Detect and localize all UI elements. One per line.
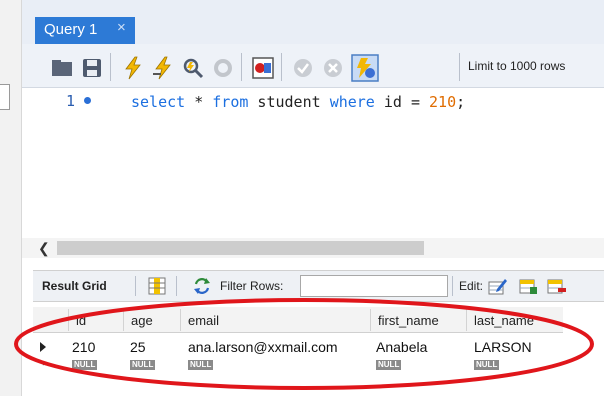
tab-title: Query 1 [44,21,98,38]
column-divider [180,309,181,331]
edit-label: Edit: [459,279,484,293]
sql-text: ; [456,93,466,111]
save-icon[interactable] [80,56,104,80]
column-header-email[interactable]: email [188,313,219,328]
edit-row-icon[interactable] [488,276,508,296]
sql-number: 210 [429,93,457,111]
cell-age[interactable]: 25 [130,339,146,355]
null-badge: NULL [474,360,500,370]
toolbar-separator [176,276,177,296]
left-sidebar-edge [0,0,22,396]
column-divider [123,309,124,331]
sql-text: student [248,93,330,111]
autocommit-icon[interactable] [351,54,379,82]
cell-last-name[interactable]: LARSON [474,339,532,355]
open-folder-icon[interactable] [50,56,74,80]
column-header-last-name[interactable]: last_name [474,313,534,328]
sql-keyword: from [212,93,249,111]
sql-text: * [185,93,213,111]
explain-icon[interactable] [181,56,205,80]
execute-current-icon[interactable] [151,56,175,80]
commit-icon[interactable] [291,56,315,80]
null-badge: NULL [72,360,98,370]
current-row-arrow-icon [40,342,46,352]
sql-text: id = [374,93,430,111]
column-header-first-name[interactable]: first_name [378,313,439,328]
toolbar-separator [241,53,242,81]
filter-rows-input[interactable] [300,275,448,297]
column-header-age[interactable]: age [131,313,153,328]
limit-rows-select[interactable]: Limit to 1000 rows [468,59,565,73]
toolbar-separator [110,53,111,81]
toolbar-separator [281,53,282,81]
stop-icon[interactable] [211,56,235,80]
toolbar-separator [459,53,460,81]
insert-row-icon[interactable] [518,276,538,296]
refresh-icon[interactable] [192,277,212,295]
cell-first-name[interactable]: Anabela [376,339,427,355]
column-divider [68,309,69,331]
null-badge: NULL [376,360,402,370]
result-grid-tab[interactable]: Result Grid [42,279,107,293]
statement-marker-icon [84,97,91,104]
tab-close-icon[interactable]: × [117,19,126,36]
cell-email[interactable]: ana.larson@xxmail.com [188,339,338,355]
rollback-icon[interactable] [321,56,345,80]
column-divider [466,309,467,331]
toggle-error-icon[interactable] [251,56,275,80]
column-header-id[interactable]: id [76,313,86,328]
line-number: 1 [66,92,76,110]
filter-rows-label: Filter Rows: [220,279,284,293]
cell-id[interactable]: 210 [72,339,95,355]
execute-icon[interactable] [121,56,145,80]
scroll-left-icon[interactable]: ❮ [38,240,50,257]
delete-row-icon[interactable] [546,276,566,296]
sql-keyword: where [329,93,375,111]
column-divider [370,309,371,331]
grid-layout-icon[interactable] [148,277,166,295]
new-row-marker: * [42,360,47,372]
sql-keyword: select [131,93,186,111]
toolbar-separator [452,276,453,296]
null-badge: NULL [130,360,156,370]
scrollbar-thumb[interactable] [57,241,424,255]
toolbar-separator [135,276,136,296]
sidebar-input-edge [0,84,10,110]
sql-code-line[interactable]: select * from student where id = 210; [131,93,465,111]
null-badge: NULL [188,360,214,370]
